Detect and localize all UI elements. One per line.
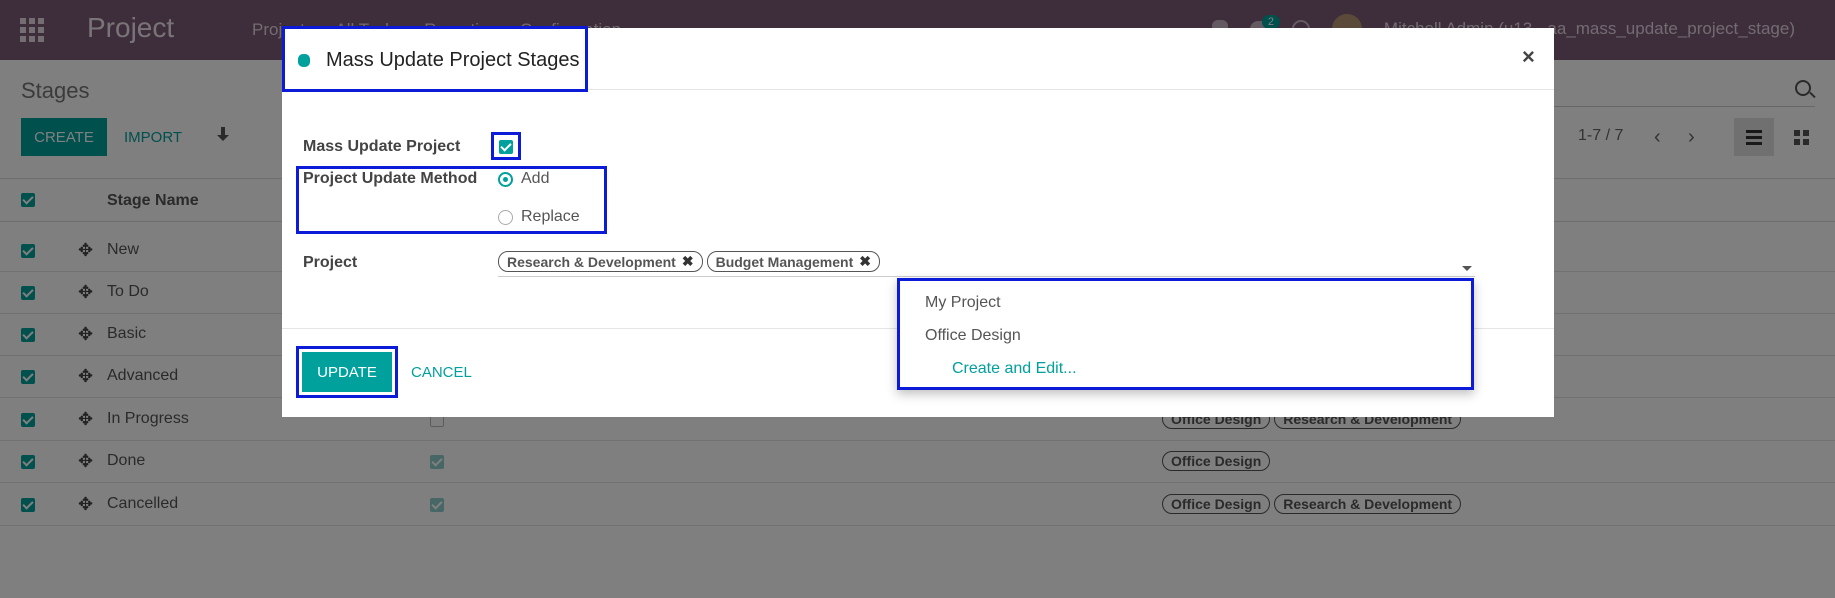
project-tag: Budget Management ✖ bbox=[706, 251, 880, 272]
project-input[interactable] bbox=[498, 276, 1475, 277]
dialog-header: Mass Update Project Stages × bbox=[282, 26, 1554, 92]
highlight-method bbox=[296, 166, 607, 234]
project-label: Project bbox=[303, 254, 358, 271]
cancel-button[interactable]: CANCEL bbox=[411, 352, 472, 392]
highlight-title bbox=[282, 26, 588, 92]
highlight-update bbox=[296, 346, 398, 398]
dropdown-caret-icon[interactable] bbox=[1462, 266, 1472, 271]
create-and-edit-option[interactable]: Create and Edit... bbox=[952, 360, 1077, 378]
project-tags-field[interactable]: Research & Development ✖ Budget Managemen… bbox=[498, 251, 880, 272]
highlight-checkbox bbox=[491, 132, 521, 160]
remove-tag-icon[interactable]: ✖ bbox=[859, 253, 871, 270]
remove-tag-icon[interactable]: ✖ bbox=[682, 253, 694, 270]
dropdown-option[interactable]: Office Design bbox=[925, 327, 1021, 345]
project-tag: Research & Development ✖ bbox=[498, 251, 703, 272]
mass-update-label: Mass Update Project bbox=[303, 138, 461, 155]
project-autocomplete-dropdown: My Project Office Design Create and Edit… bbox=[897, 278, 1474, 390]
close-icon[interactable]: × bbox=[1522, 44, 1535, 70]
dropdown-option[interactable]: My Project bbox=[925, 294, 1001, 312]
